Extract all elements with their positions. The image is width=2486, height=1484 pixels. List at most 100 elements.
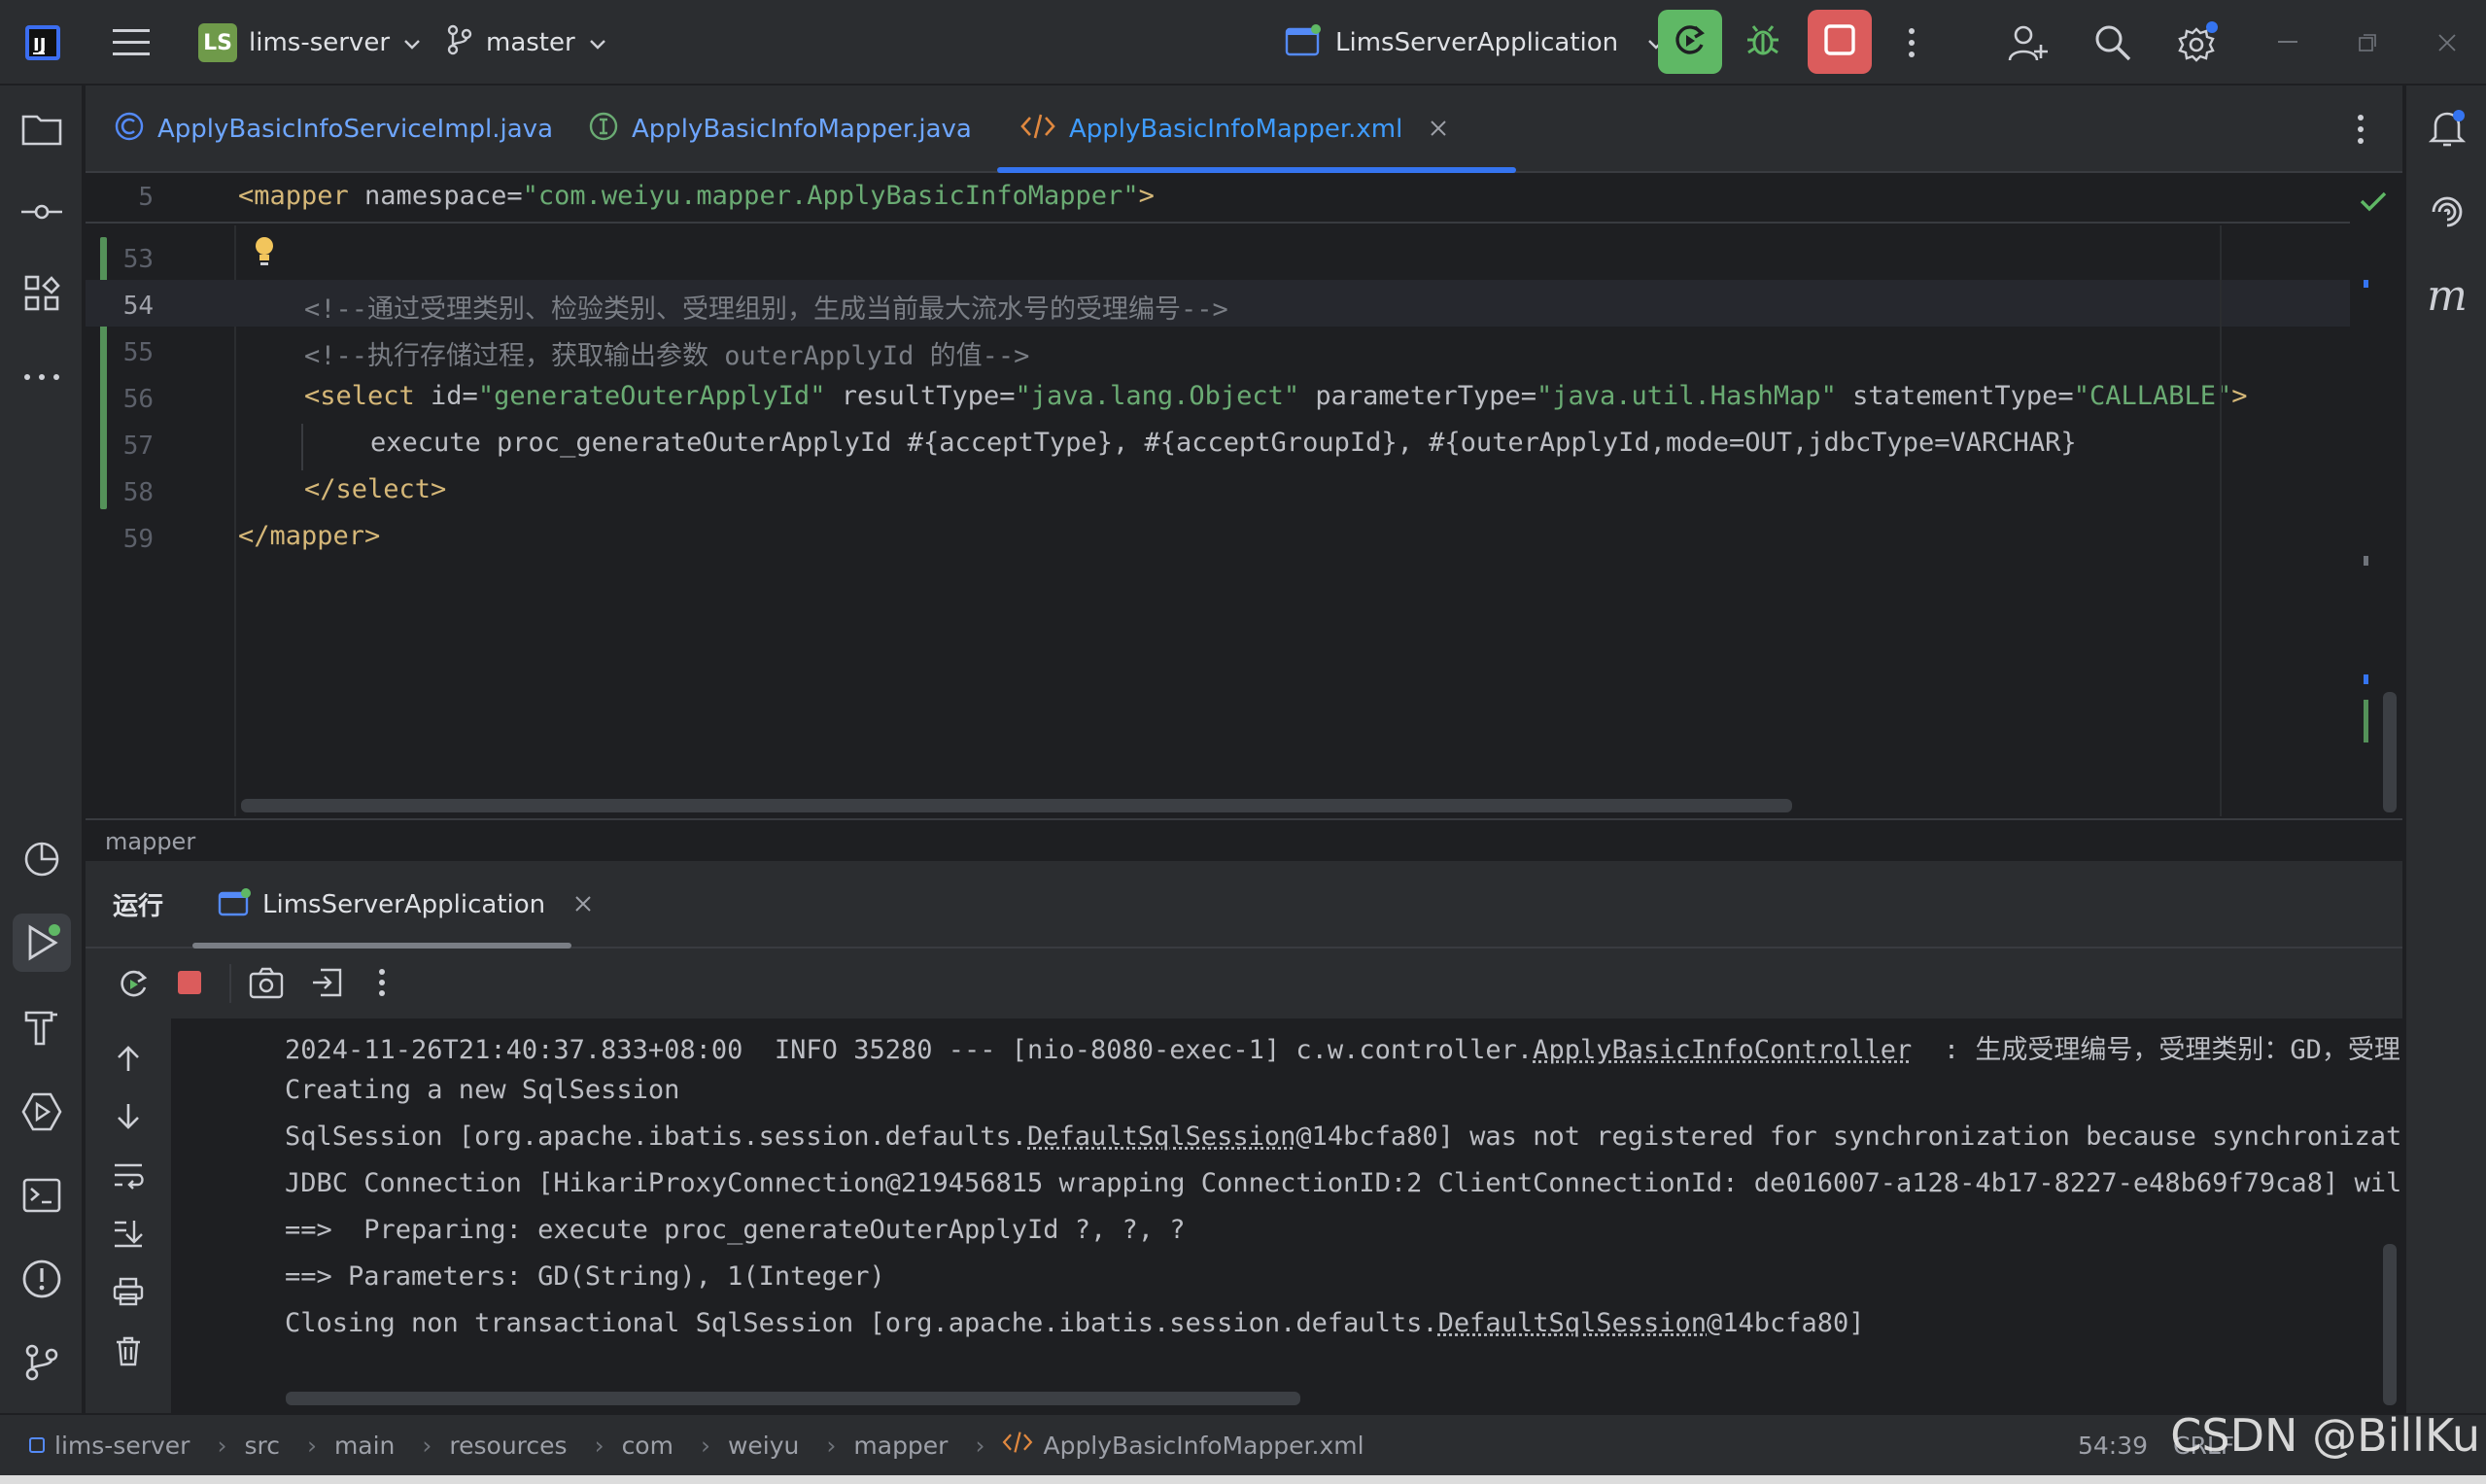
console-line: SqlSession [org.apache.ibatis.session.de… — [285, 1122, 2402, 1152]
more-actions-icon[interactable] — [1907, 0, 1916, 86]
breadcrumb-project[interactable]: lims-server — [29, 1432, 190, 1460]
breadcrumb-mapper[interactable]: mapper — [853, 1432, 948, 1460]
tab-service-impl[interactable]: ApplyBasicInfoServiceImpl.java — [115, 86, 553, 173]
editor-horizontal-scrollbar[interactable] — [241, 799, 1792, 812]
stripe-marker[interactable] — [2364, 674, 2368, 684]
close-tab-icon[interactable] — [574, 890, 592, 919]
run-panel-header: 运行 LimsServerApplication — [86, 861, 2402, 949]
tab-mapper-xml[interactable]: ApplyBasicInfoMapper.xml — [1020, 86, 1447, 173]
tab-label: ApplyBasicInfoMapper.xml — [1069, 115, 1403, 144]
run-tab-lims-server[interactable]: LimsServerApplication — [218, 861, 592, 949]
arrow-down-icon[interactable] — [115, 1102, 142, 1135]
intention-lightbulb-icon[interactable] — [253, 235, 276, 270]
editor-vertical-scrollbar[interactable] — [2383, 692, 2397, 812]
run-tool-icon[interactable] — [13, 914, 71, 972]
console-line: Creating a new SqlSession — [285, 1075, 680, 1105]
xml-breadcrumb[interactable]: mapper — [86, 818, 2402, 861]
terminal-icon[interactable] — [13, 1166, 71, 1225]
build-hammer-icon[interactable] — [13, 997, 71, 1055]
stripe-marker[interactable] — [2364, 556, 2368, 566]
code-select-close: </select> — [304, 474, 447, 504]
active-run-tab-indicator — [192, 943, 571, 949]
code-comment: <!--执行存储过程，获取输出参数 outerApplyId 的值--> — [304, 341, 1030, 371]
more-tools-icon[interactable] — [13, 348, 71, 406]
ai-assistant-icon[interactable] — [2418, 183, 2476, 241]
scroll-to-end-icon[interactable] — [113, 1219, 144, 1252]
profiler-icon[interactable] — [13, 830, 71, 888]
breadcrumb-resources[interactable]: resources — [449, 1432, 567, 1460]
project-switcher[interactable]: LS lims-server — [198, 0, 421, 86]
code-select-open: <select id="generateOuterApplyId" result… — [304, 381, 2248, 411]
console-vertical-scrollbar[interactable] — [2383, 1244, 2397, 1405]
rerun-button[interactable] — [1658, 10, 1722, 74]
stop-icon[interactable] — [175, 968, 204, 1001]
settings-gear-icon[interactable] — [2177, 0, 2220, 86]
breadcrumb-src[interactable]: src — [244, 1432, 280, 1460]
minimize-window-icon[interactable] — [2278, 0, 2297, 86]
print-icon[interactable] — [113, 1277, 144, 1310]
no-problems-check-icon[interactable] — [2360, 190, 2387, 216]
breadcrumb-file[interactable]: ApplyBasicInfoMapper.xml — [1002, 1430, 1364, 1461]
close-window-icon[interactable] — [2437, 0, 2457, 86]
trash-icon[interactable] — [115, 1335, 142, 1370]
breadcrumb-com[interactable]: com — [622, 1432, 673, 1460]
xml-icon — [1002, 1430, 1033, 1461]
vcs-change-marker[interactable] — [100, 237, 107, 509]
title-bar: IJ LS lims-server master LimsServerAppli… — [0, 0, 2486, 86]
tab-label: ApplyBasicInfoServiceImpl.java — [157, 115, 553, 144]
camera-icon[interactable] — [249, 966, 284, 1003]
console-output[interactable]: 2024-11-26T21:40:37.833+08:00 INFO 35280… — [171, 1018, 2402, 1413]
git-icon[interactable] — [13, 1333, 71, 1392]
project-folder-icon[interactable] — [13, 99, 71, 157]
console-horizontal-scrollbar[interactable] — [286, 1392, 1300, 1405]
chevron-right-icon: › — [422, 1431, 432, 1460]
code-comment: <!--通过受理类别、检验类别、受理组别，生成当前最大流水号的受理编号--> — [304, 294, 1228, 325]
stripe-marker[interactable] — [2364, 700, 2368, 742]
structure-icon[interactable] — [13, 264, 71, 323]
tab-mapper-java[interactable]: ApplyBasicInfoMapper.java — [589, 86, 972, 173]
console-line: Closing non transactional SqlSession [or… — [285, 1308, 1865, 1338]
chevron-down-icon — [589, 28, 606, 57]
chevron-right-icon: › — [217, 1431, 227, 1460]
restore-window-icon[interactable] — [2358, 0, 2377, 86]
chevron-right-icon: › — [975, 1431, 985, 1460]
services-icon[interactable] — [13, 1083, 71, 1141]
search-icon[interactable] — [2093, 0, 2132, 86]
soft-wrap-icon[interactable] — [113, 1160, 144, 1193]
sticky-header[interactable]: 5 <mapper namespace="com.weiyu.mapper.Ap… — [86, 175, 2350, 224]
chevron-right-icon: › — [594, 1431, 604, 1460]
tab-options-icon[interactable] — [2356, 113, 2365, 150]
line-number: 59 — [122, 525, 154, 554]
run-config-selector[interactable]: LimsServerApplication — [1285, 0, 1665, 86]
commit-icon[interactable] — [13, 183, 71, 241]
svg-text:IJ: IJ — [33, 35, 46, 55]
debug-button[interactable] — [1744, 0, 1782, 86]
breadcrumb-weiyu[interactable]: weiyu — [728, 1432, 799, 1460]
breadcrumb-main[interactable]: main — [334, 1432, 395, 1460]
code-editor[interactable]: 5 <mapper namespace="com.weiyu.mapper.Ap… — [86, 175, 2402, 816]
line-number: 55 — [122, 338, 154, 367]
class-icon — [115, 112, 144, 147]
run-toolbar — [86, 950, 2402, 1018]
code-mapper-close: </mapper> — [238, 521, 381, 551]
line-number: 5 — [138, 183, 154, 212]
arrow-up-icon[interactable] — [115, 1044, 142, 1077]
main-menu-icon[interactable] — [113, 0, 152, 86]
rerun-icon — [1672, 21, 1709, 62]
notifications-bell-icon[interactable] — [2418, 99, 2476, 157]
problems-icon[interactable] — [13, 1250, 71, 1308]
stop-button[interactable] — [1808, 10, 1872, 74]
stripe-marker[interactable] — [2364, 280, 2368, 288]
caret-position[interactable]: 54:39 — [2078, 1432, 2148, 1460]
more-actions-icon[interactable] — [377, 968, 387, 1001]
module-icon — [29, 1437, 45, 1453]
close-tab-icon[interactable] — [1430, 115, 1447, 144]
maven-icon[interactable]: m — [2418, 266, 2476, 325]
add-user-icon[interactable] — [2008, 0, 2049, 86]
rerun-icon[interactable] — [117, 966, 152, 1005]
window-bottom-edge — [0, 1475, 2486, 1484]
branch-switcher[interactable]: master — [447, 0, 606, 86]
exit-icon[interactable] — [309, 966, 344, 1003]
console-side-toolbar — [86, 1018, 171, 1413]
intellij-logo-icon[interactable]: IJ — [23, 0, 62, 86]
